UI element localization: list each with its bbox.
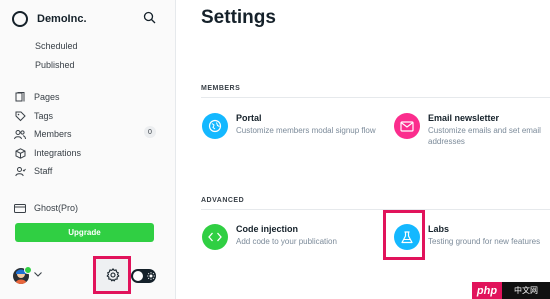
brand-logo: [12, 11, 28, 27]
sidebar: DemoInc. Scheduled Published Pages Tags …: [0, 0, 176, 299]
envelope-icon: [394, 113, 420, 139]
sun-icon: [147, 272, 155, 280]
tag-icon: [14, 110, 26, 122]
nav-item-members[interactable]: Members 0: [14, 126, 159, 140]
staff-icon: [14, 165, 26, 177]
card-description: Add code to your publication: [236, 237, 337, 246]
card-description: Customize emails and set email: [428, 126, 541, 135]
watermark-text: 中文网: [502, 282, 550, 299]
integrations-icon: [14, 147, 26, 159]
settings-card-portal[interactable]: Portal Customize members modal signup fl…: [202, 113, 376, 139]
settings-card-email-newsletter[interactable]: Email newsletter Customize emails and se…: [394, 113, 541, 147]
divider: [201, 97, 550, 98]
divider: [201, 209, 550, 210]
nav-item-ghost-pro[interactable]: Ghost(Pro): [14, 202, 159, 214]
card-description: Customize members modal signup flow: [236, 126, 376, 135]
nav-item-tags[interactable]: Tags: [14, 110, 159, 122]
portal-icon: [202, 113, 228, 139]
section-heading-members: MEMBERS: [201, 85, 241, 92]
search-icon[interactable]: [143, 11, 156, 24]
card-title: Portal: [236, 113, 262, 123]
chevron-down-icon[interactable]: [34, 272, 42, 277]
settings-card-labs[interactable]: Labs Testing ground for new features: [394, 224, 540, 250]
brand-name: DemoInc.: [37, 13, 87, 25]
nav-label: Pages: [34, 92, 60, 102]
nav-item-staff[interactable]: Staff: [14, 165, 159, 177]
card-description-line2: addresses: [428, 137, 465, 146]
card-description: Testing ground for new features: [428, 237, 541, 246]
gear-icon[interactable]: [106, 268, 120, 282]
members-count-badge: 0: [144, 126, 156, 138]
watermark-php: php: [472, 282, 502, 299]
nav-item-published[interactable]: Published: [35, 60, 75, 70]
nav-label: Ghost(Pro): [34, 203, 79, 213]
settings-card-code-injection[interactable]: Code injection Add code to your publicat…: [202, 224, 337, 250]
pages-icon: [14, 91, 26, 103]
nav-item-integrations[interactable]: Integrations: [14, 147, 159, 159]
nav-label: Staff: [34, 166, 53, 176]
nav-item-scheduled[interactable]: Scheduled: [35, 41, 78, 51]
brand[interactable]: DemoInc.: [12, 10, 87, 28]
nav-label: Integrations: [34, 148, 82, 158]
members-icon: [14, 128, 26, 140]
nav-label: Members: [34, 129, 72, 139]
card-title: Email newsletter: [428, 113, 500, 123]
card-title: Labs: [428, 224, 450, 234]
page-title: Settings: [201, 7, 276, 28]
online-status-dot: [24, 266, 32, 274]
toggle-knob: [133, 271, 143, 281]
card-icon: [14, 202, 26, 214]
nav-label: Tags: [34, 111, 54, 121]
night-mode-toggle[interactable]: [131, 269, 156, 283]
watermark: php 中文网: [472, 282, 550, 299]
code-icon: [202, 224, 228, 250]
section-heading-advanced: ADVANCED: [201, 197, 245, 204]
flask-icon: [394, 224, 420, 250]
nav-item-pages[interactable]: Pages: [14, 91, 159, 103]
card-title: Code injection: [236, 224, 299, 234]
upgrade-button[interactable]: Upgrade: [15, 223, 154, 242]
